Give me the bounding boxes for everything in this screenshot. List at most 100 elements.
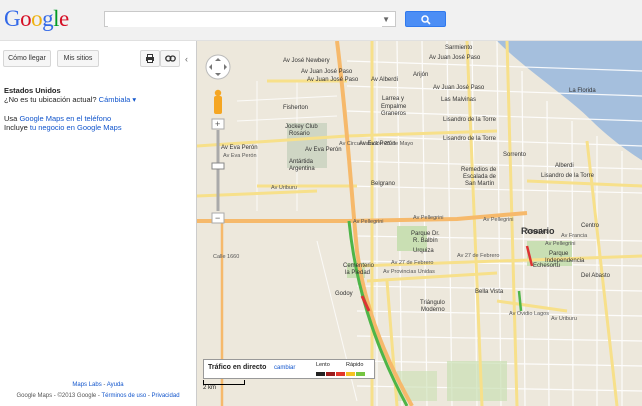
dropdown-caret-icon[interactable]: ▼ — [382, 15, 390, 24]
traffic-title: Tráfico en directo — [208, 364, 267, 371]
map-place-label: Sarmiento — [445, 45, 473, 51]
map-road-label: Av 27 de Febrero — [391, 260, 434, 266]
logo-letter: o — [31, 6, 43, 31]
map-road-label: Av Francia — [561, 233, 588, 239]
map-place-label: Rosario — [521, 226, 555, 236]
scale-bar: 2 km — [203, 380, 245, 391]
zoom-control[interactable]: + − — [205, 53, 235, 238]
map-road-label: Av Pellegrini — [545, 241, 576, 247]
maps-labs-link[interactable]: Maps Labs — [72, 382, 101, 388]
traffic-color-swatch — [326, 372, 335, 376]
map-place-label: R. Balbín — [413, 238, 438, 244]
print-button[interactable] — [140, 50, 160, 67]
map-place-label: Antártida — [289, 159, 314, 165]
link-icon — [164, 55, 176, 62]
mobile-prefix: Usa — [4, 114, 18, 123]
footer-links-bottom: Google Maps - ©2013 Google - Términos de… — [16, 393, 180, 399]
copyright-text: Google Maps - ©2013 Google - — [16, 393, 100, 399]
map-place-label: Escalada de — [463, 174, 497, 180]
privacy-link[interactable]: Privacidad — [152, 393, 180, 399]
traffic-color-swatch — [356, 372, 365, 376]
search-icon — [421, 15, 431, 25]
mobile-link[interactable]: Google Maps en el teléfono — [19, 114, 111, 123]
search-input[interactable] — [108, 13, 382, 27]
map-place-label: Fisherton — [283, 105, 309, 111]
map-place-label: Las Malvinas — [441, 97, 477, 103]
traffic-fast-label: Rápido — [346, 362, 364, 368]
help-link[interactable]: Ayuda — [107, 382, 124, 388]
traffic-change-link[interactable]: cambiar — [274, 365, 295, 371]
business-prefix: Incluye — [4, 123, 28, 132]
logo-letter: G — [4, 6, 21, 31]
map-place-label: Parque — [549, 251, 569, 257]
map-road-label: Av 27 de Febrero — [457, 253, 500, 259]
map-road-label: Av Ovidio Lagos — [509, 311, 549, 317]
map-place-label: Empalme — [381, 104, 407, 110]
map-place-label: La Florida — [569, 88, 596, 94]
business-line: Incluye tu negocio en Google Maps — [4, 123, 122, 132]
business-link[interactable]: tu negocio en Google Maps — [30, 123, 122, 132]
location-title: Estados Unidos — [4, 86, 61, 95]
logo-letter: g — [42, 6, 54, 31]
map-place-label: Lisandro de la Torre — [443, 117, 496, 123]
sidebar: Cómo llegar Mis sitios ‹ Estados Unidos … — [0, 41, 196, 406]
map-place-label: Av Juan José Paso — [301, 69, 353, 75]
collapse-panel-icon[interactable]: ‹ — [185, 54, 188, 64]
map-place-label: Av Eva Perón — [305, 147, 342, 153]
search-button[interactable] — [405, 11, 446, 27]
traffic-slow-label: Lento — [316, 362, 330, 368]
map-place-label: Av José Newbery — [283, 58, 330, 64]
traffic-color-swatch — [316, 372, 325, 376]
print-icon — [146, 54, 154, 63]
location-question: ¿No es tu ubicación actual? — [4, 95, 97, 104]
map-place-label: Godoy — [335, 291, 353, 297]
map-place-label: Echesortu — [533, 263, 561, 269]
map-place-label: la Piedad — [345, 270, 371, 276]
map-place-label: Av Juan José Paso — [433, 85, 485, 91]
logo-letter: o — [20, 6, 32, 31]
traffic-swatches — [316, 371, 366, 378]
traffic-color-swatch — [346, 372, 355, 376]
logo-letter: e — [59, 6, 69, 31]
map-place-label: Belgrano — [371, 181, 396, 187]
map-place-label: Moderno — [421, 307, 445, 313]
map-place-label: Av Juan José Paso — [307, 77, 359, 83]
map-place-label: Triángulo — [420, 300, 445, 306]
map-road-label: Av Uriburu — [551, 316, 577, 322]
map-place-label: Centro — [581, 223, 600, 229]
svg-text:−: − — [215, 213, 220, 223]
map-place-label: Av Juan José Paso — [429, 55, 481, 61]
directions-button[interactable]: Cómo llegar — [3, 50, 51, 67]
top-bar: Google ▼ — [0, 0, 642, 41]
map-road-label: Calle 1660 — [213, 254, 240, 260]
map-place-label: Argentina — [289, 166, 315, 172]
map-place-label: Graneros — [381, 111, 407, 117]
map-canvas[interactable]: Sarmiento Av Juan José Paso Av José Newber… — [196, 41, 642, 406]
location-question-line: ¿No es tu ubicación actual? Cámbiala ▾ — [4, 95, 136, 104]
google-logo[interactable]: Google — [4, 6, 69, 32]
map-place-label: Del Abasto — [581, 273, 611, 279]
map-place-label: Jockey Club — [285, 124, 318, 130]
map-place-label: Alberdi — [555, 163, 574, 169]
map-place-label: Arijón — [413, 72, 429, 78]
svg-text:+: + — [215, 119, 220, 129]
map-road-label: Av Pellegrini — [353, 219, 384, 225]
traffic-legend: Tráfico en directo cambiar Lento Rápido — [203, 359, 375, 379]
terms-link[interactable]: Términos de uso — [101, 393, 146, 399]
change-location-link[interactable]: Cámbiala ▾ — [99, 95, 137, 104]
map-place-label: Av Alberdi — [371, 77, 398, 83]
map-place-label: Urquiza — [413, 248, 434, 254]
mobile-line: Usa Google Maps en el teléfono — [4, 114, 111, 123]
map-place-label: Sorrento — [503, 152, 527, 158]
map-place-label: Lisandro de la Torre — [541, 173, 594, 179]
map-road-label: Av Circunvalación 25 de Mayo — [339, 141, 414, 147]
link-button[interactable] — [160, 50, 180, 67]
map-place-label: Rosario — [289, 131, 310, 137]
map-base — [197, 41, 642, 406]
map-place-label: Bella Vista — [475, 289, 504, 295]
my-places-button[interactable]: Mis sitios — [57, 50, 99, 67]
search-box[interactable]: ▼ — [104, 11, 396, 27]
scale-label: 2 km — [203, 385, 217, 391]
map-place-label: Cementerio — [343, 263, 375, 269]
map-place-label: Parque Dr. — [411, 231, 440, 237]
